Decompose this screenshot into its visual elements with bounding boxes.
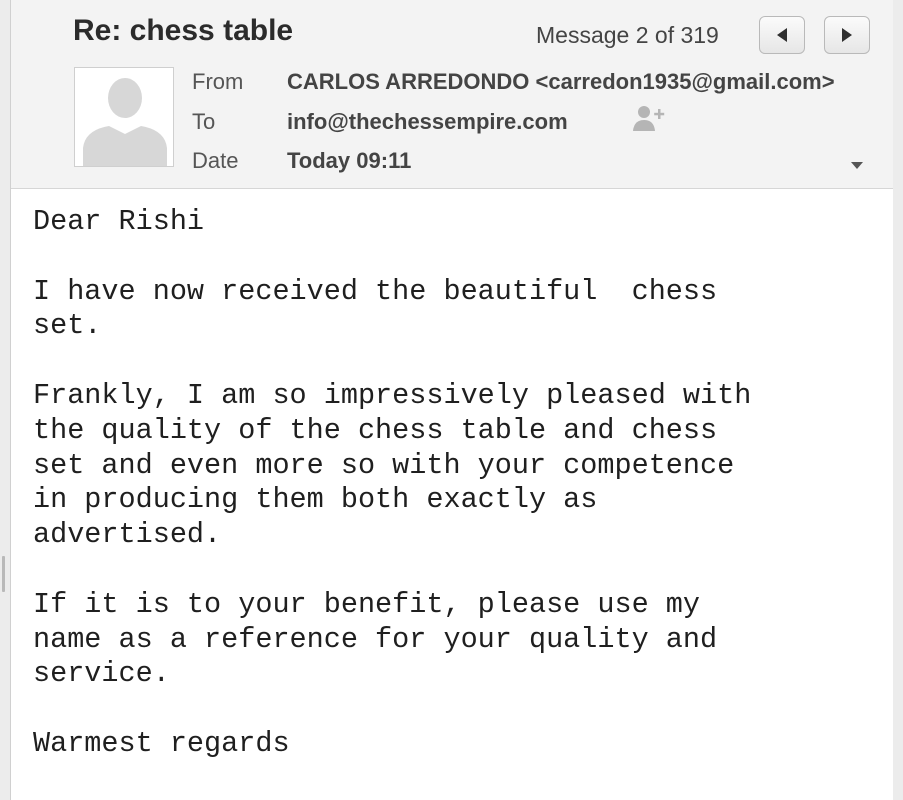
triangle-left-icon [777,28,787,42]
from-label: From [192,69,244,94]
to-value[interactable]: info@thechessempire.com [287,109,568,135]
message-header: Re: chess table Message 2 of 319 From CA… [11,0,893,189]
previous-message-button[interactable] [759,16,805,54]
date-value: Today 09:11 [287,148,412,173]
right-panel-edge [893,0,903,800]
message-body: Dear Rishi I have now received the beaut… [33,205,752,760]
left-panel-edge [0,0,10,800]
message-subject: Re: chess table [73,14,294,47]
triangle-right-icon [842,28,852,42]
date-label: Date [192,148,239,173]
from-value[interactable]: CARLOS ARREDONDO <carredon1935@gmail.com… [287,69,835,95]
add-person-icon[interactable] [631,104,667,134]
default-person-icon [83,78,167,166]
sender-avatar [74,67,174,167]
next-message-button[interactable] [824,16,870,54]
resize-handle[interactable] [2,556,5,592]
chevron-down-icon[interactable] [851,162,863,169]
message-counter: Message 2 of 319 [536,22,719,48]
message-view: Re: chess table Message 2 of 319 From CA… [10,0,894,800]
to-label: To [192,109,216,134]
